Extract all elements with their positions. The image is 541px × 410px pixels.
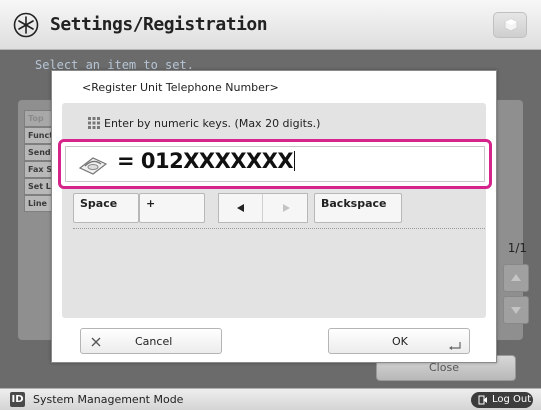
up-arrow-icon: [511, 274, 521, 281]
close-x-icon: [91, 337, 101, 347]
backspace-key[interactable]: Backspace: [314, 193, 402, 223]
logout-door-icon: [478, 395, 487, 405]
mode-text: System Management Mode: [33, 393, 184, 406]
entry-hint: Enter by numeric keys. (Max 20 digits.): [88, 117, 320, 130]
left-arrow-icon: [237, 204, 244, 212]
space-key[interactable]: Space: [73, 193, 139, 223]
settings-snowflake-icon: [13, 12, 39, 38]
numeric-keypad-icon: [88, 117, 100, 129]
enter-corner-icon: [449, 342, 461, 350]
divider: [73, 228, 485, 229]
telephone-number-field[interactable]: = 012XXXXXXX: [58, 139, 492, 189]
cursor-left-key[interactable]: [219, 194, 263, 222]
status-bar: ID System Management Mode Log Out: [0, 388, 541, 410]
cancel-label: Cancel: [135, 335, 173, 348]
ok-button[interactable]: OK: [328, 328, 470, 354]
entry-hint-text: Enter by numeric keys. (Max 20 digits.): [104, 117, 321, 130]
plus-key-label: +: [146, 197, 156, 210]
text-caret: [294, 151, 296, 171]
home-button[interactable]: [493, 12, 527, 38]
scroll-down-button: [503, 296, 529, 324]
page-title: Settings/Registration: [50, 14, 268, 35]
scroll-up-button: [503, 264, 529, 292]
plus-key[interactable]: +: [139, 193, 205, 223]
logout-button[interactable]: Log Out: [471, 392, 533, 408]
backspace-key-label: Backspace: [321, 197, 387, 210]
entry-value-text: = 012XXXXXXX: [117, 149, 294, 173]
home-cube-icon: [504, 18, 518, 32]
entry-value: = 012XXXXXXX: [117, 149, 296, 173]
cursor-arrow-keys: [218, 193, 308, 223]
cancel-button[interactable]: Cancel: [80, 328, 222, 354]
cursor-right-key[interactable]: [264, 194, 308, 222]
page-indicator: 1/1: [507, 241, 527, 255]
down-arrow-icon: [511, 307, 521, 314]
right-arrow-icon: [283, 204, 290, 212]
dialog-title: <Register Unit Telephone Number>: [82, 81, 279, 94]
logout-label: Log Out: [492, 394, 532, 405]
ok-label: OK: [392, 335, 408, 348]
telephone-icon: [78, 157, 108, 175]
id-icon: ID: [10, 392, 25, 407]
header-bar: Settings/Registration: [0, 0, 541, 50]
space-key-label: Space: [80, 197, 118, 210]
